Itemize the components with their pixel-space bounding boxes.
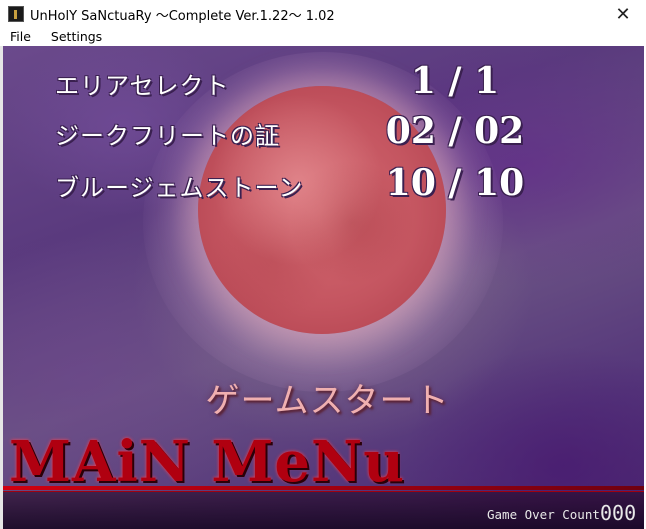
title-underline <box>3 486 644 490</box>
siegfried-proof-value: 02 / 02 <box>385 110 525 152</box>
area-select-label[interactable]: エリアセレクト <box>55 66 230 101</box>
area-select-value: 1 / 1 <box>410 60 500 102</box>
siegfried-proof-label: ジークフリートの証 <box>55 122 280 150</box>
game-start-label: ゲームスタート <box>205 381 450 421</box>
app-icon <box>8 6 24 22</box>
close-button[interactable]: ✕ <box>600 0 646 28</box>
blue-gemstone-value: 10 / 10 <box>385 162 525 204</box>
game-start-button[interactable]: ゲームスタート <box>3 373 644 422</box>
window-title: UnHolY SaNctuaRy ～Complete Ver.1.22～ 1.0… <box>30 9 335 24</box>
game-screen: エリアセレクト 1 / 1 ジークフリートの証 02 / 02 ブルージェムスト… <box>3 46 644 529</box>
window-titlebar: UnHolY SaNctuaRy ～Complete Ver.1.22～ 1.0… <box>0 0 646 28</box>
menu-file[interactable]: File <box>0 28 37 46</box>
menu-settings[interactable]: Settings <box>37 28 108 46</box>
menubar: File Settings <box>0 28 646 46</box>
game-over-count-value: 000 <box>600 501 637 525</box>
game-over-count-label: Game Over Count <box>487 507 600 522</box>
blue-gemstone-label: ブルージェムストーン <box>55 174 304 202</box>
